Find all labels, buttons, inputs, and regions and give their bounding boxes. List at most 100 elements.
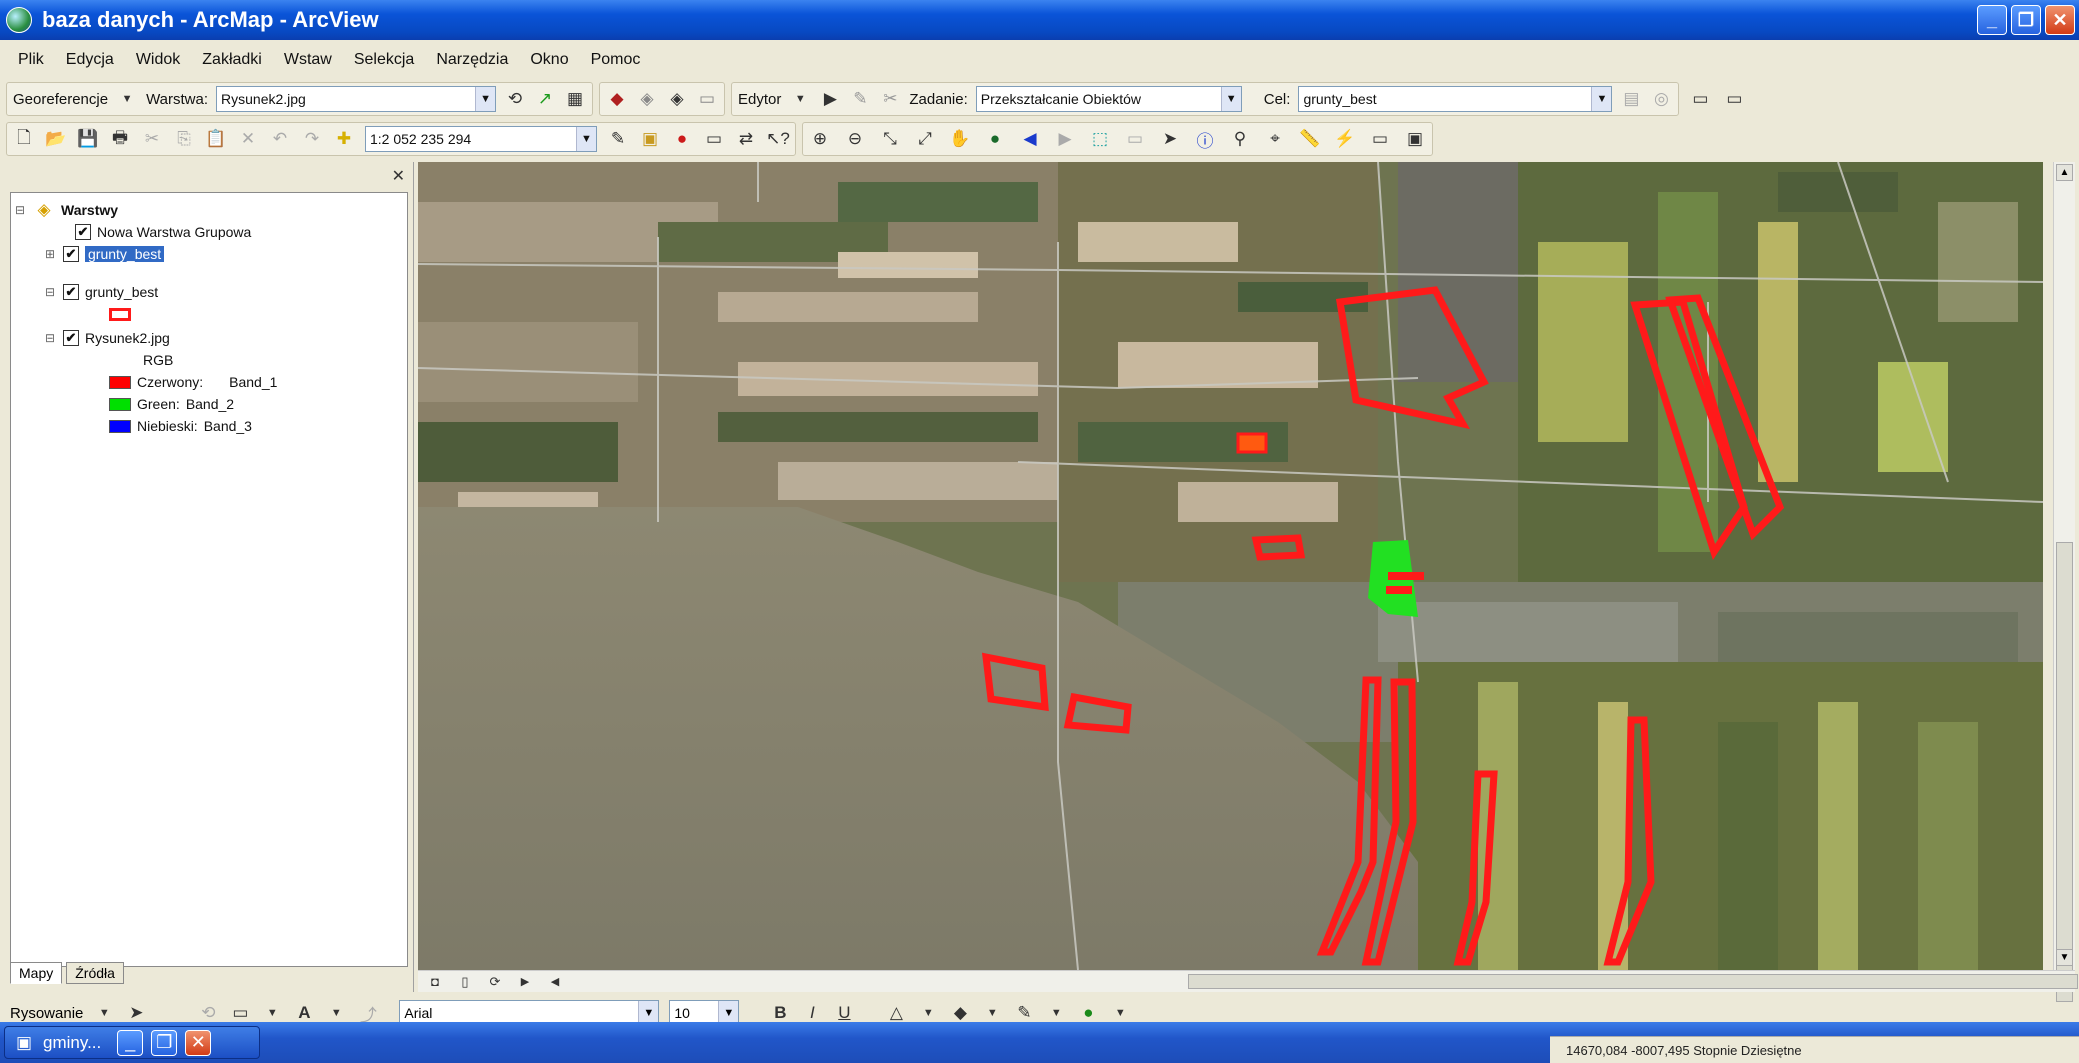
chevron-down-icon[interactable]: ▼ xyxy=(1591,87,1612,111)
menu-file[interactable]: Plik xyxy=(18,51,44,69)
taskbar-close-button[interactable]: ✕ xyxy=(185,1029,212,1056)
split-icon[interactable]: ✂ xyxy=(879,88,901,110)
menu-window[interactable]: Okno xyxy=(530,51,568,69)
html-popup-icon[interactable]: ▭ xyxy=(1369,128,1391,150)
dropdown-arrow-icon[interactable]: ▼ xyxy=(116,88,138,110)
menu-bookmarks[interactable]: Zakładki xyxy=(202,51,262,69)
italic-button[interactable]: I xyxy=(801,1002,823,1024)
chevron-down-icon[interactable]: ▼ xyxy=(576,127,596,151)
map-vertical-scrollbar[interactable]: ▲ ▼ xyxy=(2053,162,2075,1002)
menu-edit[interactable]: Edycja xyxy=(66,51,114,69)
close-icon[interactable]: ✕ xyxy=(392,166,405,186)
dropdown-arrow-icon[interactable]: ▼ xyxy=(1109,1002,1131,1024)
expand-icon[interactable]: ⊞ xyxy=(45,247,57,261)
model-builder-icon[interactable]: ⇄ xyxy=(735,128,757,150)
legend-polygon-symbol[interactable] xyxy=(109,303,131,325)
find-binoculars-icon[interactable]: ⚲ xyxy=(1229,128,1251,150)
zoom-out-icon[interactable]: ⊖ xyxy=(844,128,866,150)
undo-icon[interactable]: ↶ xyxy=(269,128,291,150)
back-extent-icon[interactable]: ◀ xyxy=(1019,128,1041,150)
task-combo[interactable]: Przekształcanie Obiektów ▼ xyxy=(975,86,1242,112)
link-table-icon[interactable]: ▦ xyxy=(564,88,586,110)
georeferencing-menu[interactable]: Georeferencje xyxy=(13,91,108,108)
tab-sources[interactable]: Źródła xyxy=(66,962,124,984)
map-view[interactable] xyxy=(418,162,2043,970)
redo-icon[interactable]: ↷ xyxy=(301,128,323,150)
scroll-left-icon[interactable]: ◀ xyxy=(544,971,566,993)
minimize-button[interactable]: _ xyxy=(1977,5,2007,35)
arctoolbox-icon[interactable]: ● xyxy=(671,128,693,150)
underline-button[interactable]: U xyxy=(833,1002,855,1024)
command-line-icon[interactable]: ▭ xyxy=(703,128,725,150)
time-slider-icon[interactable]: ▣ xyxy=(1404,128,1426,150)
zoom-in-icon[interactable]: ⊕ xyxy=(809,128,831,150)
toc-layer-grunty-1[interactable]: ⊞ ✔ grunty_best xyxy=(45,243,165,265)
paint-bucket-icon[interactable]: ◆ xyxy=(606,88,628,110)
dropdown-arrow-icon[interactable]: ▼ xyxy=(261,1002,283,1024)
dropdown-arrow-icon[interactable]: ▼ xyxy=(325,1002,347,1024)
legend-band-red[interactable]: Czerwony: Band_1 xyxy=(109,371,277,393)
select-elements-icon[interactable]: ➤ xyxy=(125,1002,147,1024)
layer-checkbox[interactable]: ✔ xyxy=(63,284,79,300)
data-view-icon[interactable]: ◘ xyxy=(424,971,446,993)
text-tool-icon[interactable]: A xyxy=(293,1002,315,1024)
refresh-view-icon[interactable]: ⟳ xyxy=(484,971,506,993)
sketch-properties-icon[interactable]: ◎ xyxy=(1650,88,1672,110)
full-extent-globe-icon[interactable]: ● xyxy=(984,128,1006,150)
layout-view-icon[interactable]: ▯ xyxy=(454,971,476,993)
paste-icon[interactable]: 📋 xyxy=(205,128,227,150)
layer-combo[interactable]: Rysunek2.jpg ▼ xyxy=(216,86,497,112)
taskbar-restore-button[interactable]: ❐ xyxy=(151,1029,178,1056)
cube-icon[interactable]: ◈ xyxy=(636,88,658,110)
copy-icon[interactable]: ⎘ xyxy=(173,128,195,150)
scroll-up-icon[interactable]: ▲ xyxy=(2056,164,2073,181)
delete-icon[interactable]: ✕ xyxy=(237,128,259,150)
fixed-zoom-out-icon[interactable]: ⤢ xyxy=(914,128,936,150)
toc-layer-group[interactable]: ✔ Nowa Warstwa Grupowa xyxy=(75,221,251,243)
layer-checkbox[interactable]: ✔ xyxy=(63,330,79,346)
rotate-element-icon[interactable]: ⟲ xyxy=(197,1002,219,1024)
hyperlink-icon[interactable]: ⚡ xyxy=(1334,128,1356,150)
attributes-icon[interactable]: ▤ xyxy=(1620,88,1642,110)
drawing-menu[interactable]: Rysowanie xyxy=(10,1005,83,1022)
select-elements-arrow-icon[interactable]: ➤ xyxy=(1159,128,1181,150)
horizontal-scroll-thumb[interactable] xyxy=(1188,974,2078,989)
cut-icon[interactable]: ✂ xyxy=(141,128,163,150)
legend-band-green[interactable]: Green: Band_2 xyxy=(109,393,234,415)
taskbar-item-arcmap[interactable]: ▣ gminy... _ ❐ ✕ xyxy=(4,1026,260,1059)
menu-help[interactable]: Pomoc xyxy=(591,51,641,69)
dropdown-arrow-icon[interactable]: ▼ xyxy=(917,1002,939,1024)
select-features-icon[interactable]: ⬚ xyxy=(1089,128,1111,150)
collapse-icon[interactable]: ⊟ xyxy=(45,331,57,345)
marker-color-icon[interactable]: ● xyxy=(1077,1002,1099,1024)
fill-color-icon[interactable]: ◆ xyxy=(949,1002,971,1024)
dropdown-arrow-icon[interactable]: ▼ xyxy=(789,88,811,110)
add-data-icon[interactable]: ✚ xyxy=(333,128,355,150)
forward-extent-icon[interactable]: ▶ xyxy=(1054,128,1076,150)
rectangle-icon[interactable]: ▭ xyxy=(229,1002,251,1024)
collapse-icon[interactable]: ⊟ xyxy=(45,285,57,299)
menu-tools[interactable]: Narzędzia xyxy=(436,51,508,69)
chevron-down-icon[interactable]: ▼ xyxy=(475,87,496,111)
legend-band-blue[interactable]: Niebieski: Band_3 xyxy=(109,415,252,437)
restore-button[interactable]: ❐ xyxy=(2011,5,2041,35)
dropdown-arrow-icon[interactable]: ▼ xyxy=(981,1002,1003,1024)
close-button[interactable]: ✕ xyxy=(2045,5,2075,35)
toc-layer-grunty-2[interactable]: ⊟ ✔ grunty_best xyxy=(45,281,158,303)
add-control-points-icon[interactable]: ↗ xyxy=(534,88,556,110)
font-color-icon[interactable]: △ xyxy=(885,1002,907,1024)
collapse-icon[interactable]: ⊟ xyxy=(15,203,27,217)
layer-checkbox[interactable]: ✔ xyxy=(75,224,91,240)
menu-insert[interactable]: Wstaw xyxy=(284,51,332,69)
line-color-icon[interactable]: ✎ xyxy=(1013,1002,1035,1024)
toc-layer-raster[interactable]: ⊟ ✔ Rysunek2.jpg xyxy=(45,327,170,349)
identify-icon[interactable]: ⓘ xyxy=(1194,128,1216,151)
map-horizontal-scrollbar[interactable]: ◘ ▯ ⟳ ▶ ◀ xyxy=(418,970,2078,993)
target-combo[interactable]: grunty_best ▼ xyxy=(1298,86,1613,112)
dropdown-arrow-icon[interactable]: ▼ xyxy=(1045,1002,1067,1024)
cube-stack-icon[interactable]: ◈ xyxy=(666,88,688,110)
go-to-xy-icon[interactable]: ⌖ xyxy=(1264,128,1286,150)
scale-combo[interactable]: 1:2 052 235 294 ▼ xyxy=(365,126,597,152)
scroll-down-icon[interactable]: ▼ xyxy=(2056,949,2073,966)
arccatalog-icon[interactable]: ▣ xyxy=(639,128,661,150)
